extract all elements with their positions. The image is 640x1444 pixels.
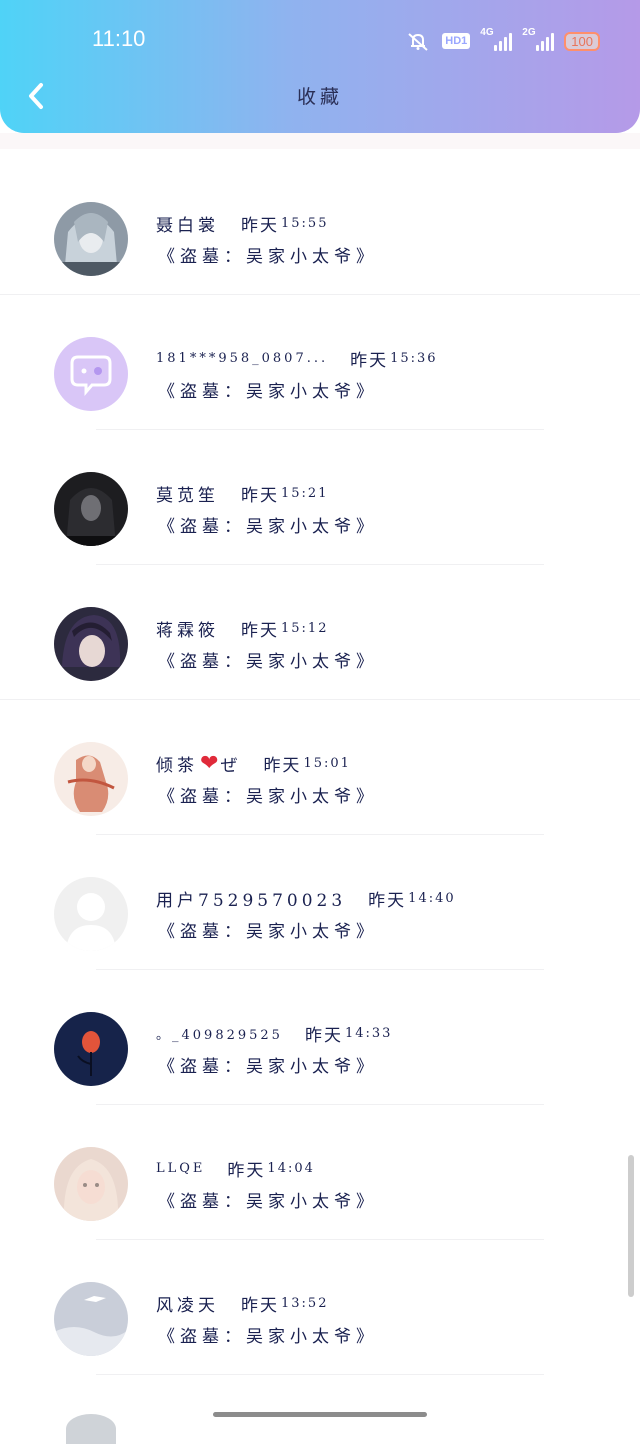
signal-2g-icon: 2G — [522, 27, 555, 51]
battery-icon: 100 — [564, 31, 600, 51]
heart-icon: ❤ — [200, 750, 219, 776]
item-time: 13:52 — [281, 1295, 329, 1311]
item-date: 昨天 — [227, 1160, 266, 1181]
item-content: 《盗墓：吴家小太爷》 — [158, 922, 378, 942]
item-content: 《盗墓：吴家小太爷》 — [158, 1192, 378, 1212]
item-time: 15:55 — [281, 215, 329, 231]
list-item[interactable]: 。_409829525 昨天 14:33 《盗墓：吴家小太爷》 — [0, 970, 640, 1105]
username: 用户7529570023 — [156, 890, 347, 911]
item-date: 昨天 — [241, 215, 279, 236]
item-date: 昨天 — [263, 755, 302, 776]
avatar — [54, 202, 128, 276]
username: 倾茶 — [156, 755, 198, 776]
item-content: 《盗墓：吴家小太爷》 — [158, 1327, 378, 1347]
avatar — [54, 1282, 128, 1356]
avatar — [54, 337, 128, 411]
item-content: 《盗墓：吴家小太爷》 — [158, 787, 378, 807]
item-date: 昨天 — [368, 890, 407, 911]
list-item[interactable]: 风凌天 昨天 13:52 《盗墓：吴家小太爷》 — [0, 1240, 640, 1375]
item-time: 14:40 — [408, 890, 456, 906]
page-title: 收藏 — [296, 86, 343, 108]
app-header: 11:10 HD1 4G 2G 100 收藏 — [0, 0, 640, 133]
username: LLQE — [156, 1160, 206, 1176]
divider — [96, 1374, 544, 1375]
list-item[interactable]: 倾茶 ❤ ぜ 昨天 15:01 《盗墓：吴家小太爷》 — [0, 700, 640, 835]
item-date: 昨天 — [241, 1295, 279, 1316]
status-time: 11:10 — [92, 26, 146, 51]
signal-2g-label: 2G — [522, 27, 536, 38]
item-time: 15:12 — [281, 620, 329, 636]
hd-badge: HD1 — [442, 33, 471, 49]
item-content: 《盗墓：吴家小太爷》 — [158, 1057, 378, 1077]
item-content: 《盗墓：吴家小太爷》 — [158, 652, 378, 672]
list-item[interactable]: 用户7529570023 昨天 14:40 《盗墓：吴家小太爷》 — [0, 835, 640, 970]
avatar — [54, 1012, 128, 1086]
item-time: 15:36 — [390, 350, 438, 366]
avatar — [54, 1147, 128, 1221]
signal-4g-label: 4G — [480, 27, 494, 38]
item-content: 《盗墓：吴家小太爷》 — [158, 517, 378, 537]
home-indicator[interactable] — [213, 1412, 427, 1417]
list-item[interactable]: 181***958_0807... 昨天 15:36 《盗墓：吴家小太爷》 — [0, 295, 640, 430]
item-date: 昨天 — [350, 350, 389, 371]
item-content: 《盗墓：吴家小太爷》 — [158, 247, 378, 267]
scrollbar-thumb[interactable] — [628, 1155, 634, 1297]
item-date: 昨天 — [241, 485, 279, 506]
username: 。_409829525 — [156, 1027, 283, 1043]
item-date: 昨天 — [304, 1025, 343, 1046]
avatar — [54, 607, 128, 681]
list-item[interactable]: 蒋霖筱 昨天 15:12 《盗墓：吴家小太爷》 — [0, 565, 640, 700]
username: 莫苋笙 — [156, 485, 219, 506]
avatar — [54, 742, 128, 816]
item-date: 昨天 — [241, 620, 279, 641]
username: 181***958_0807... — [156, 350, 329, 366]
username: 蒋霖筱 — [156, 620, 219, 641]
signal-4g-icon: 4G — [480, 27, 513, 51]
avatar — [66, 1414, 116, 1444]
username: 聂白裳 — [156, 215, 219, 236]
item-time: 14:33 — [344, 1025, 393, 1041]
list-item[interactable]: LLQE 昨天 14:04 《盗墓：吴家小太爷》 — [0, 1105, 640, 1240]
list-item[interactable]: 聂白裳 昨天 15:55 《盗墓：吴家小太爷》 — [0, 160, 640, 295]
avatar — [54, 472, 128, 546]
avatar — [54, 877, 128, 951]
username-suffix: ぜ — [220, 755, 242, 776]
header-shadow-strip — [0, 133, 640, 149]
item-time: 15:01 — [303, 755, 351, 771]
item-time: 15:21 — [281, 485, 329, 501]
username: 风凌天 — [156, 1295, 219, 1316]
item-content: 《盗墓：吴家小太爷》 — [158, 382, 378, 402]
status-icons: HD1 4G 2G 100 — [404, 27, 600, 52]
mute-bell-icon — [408, 33, 428, 51]
list-item[interactable]: 莫苋笙 昨天 15:21 《盗墓：吴家小太爷》 — [0, 430, 640, 565]
item-time: 14:04 — [267, 1160, 315, 1176]
